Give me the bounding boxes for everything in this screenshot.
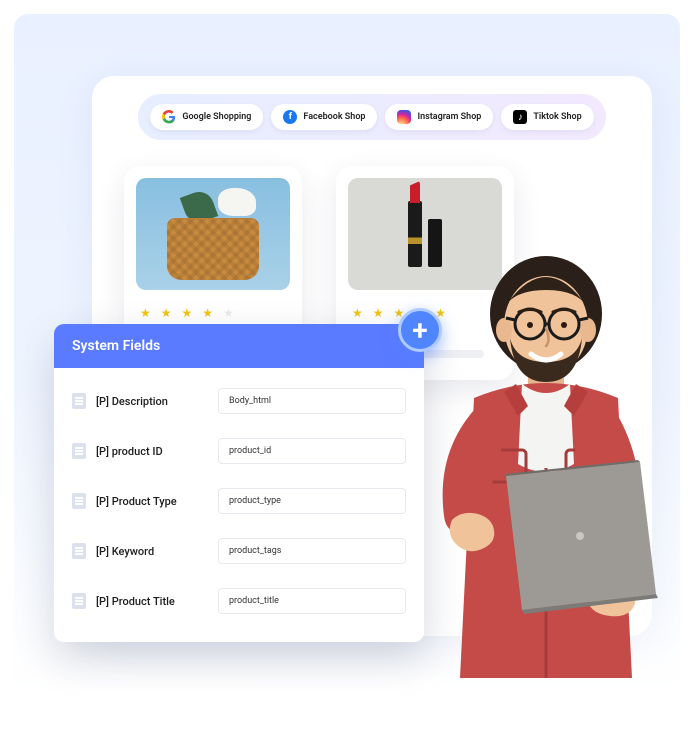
field-label: [P] product ID: [96, 445, 208, 458]
product-thumbnail-basket: [136, 178, 290, 290]
field-row: [P] Product Title: [70, 576, 408, 626]
field-label: [P] Keyword: [96, 545, 208, 558]
platform-label: Tiktok Shop: [533, 112, 581, 122]
field-row: [P] Keyword: [70, 526, 408, 576]
field-input-product-type[interactable]: [218, 488, 406, 514]
star-icon: ★: [182, 306, 193, 320]
star-icon: ★: [373, 306, 384, 320]
platforms-inner: Google Shopping f Facebook Shop Instagra…: [138, 94, 605, 140]
tiktok-icon: ♪: [513, 110, 527, 124]
field-input-product-title[interactable]: [218, 588, 406, 614]
document-icon: [72, 493, 86, 509]
star-icon: ★: [161, 306, 172, 320]
platform-chip-google[interactable]: Google Shopping: [150, 104, 263, 130]
product-thumbnail-lipstick: [348, 178, 502, 290]
field-label: [P] Description: [96, 395, 208, 408]
add-button[interactable]: +: [398, 308, 442, 352]
platform-chip-instagram[interactable]: Instagram Shop: [385, 104, 493, 130]
star-icon: ★: [202, 306, 213, 320]
field-input-keyword[interactable]: [218, 538, 406, 564]
field-label: [P] Product Type: [96, 495, 208, 508]
field-input-description[interactable]: [218, 388, 406, 414]
platform-label: Facebook Shop: [303, 112, 365, 122]
field-label: [P] Product Title: [96, 595, 208, 608]
system-fields-card: System Fields + [P] Description [P] prod…: [54, 324, 424, 642]
platform-label: Instagram Shop: [417, 112, 481, 122]
platforms-bar: Google Shopping f Facebook Shop Instagra…: [92, 94, 652, 140]
star-icon: ★: [140, 306, 151, 320]
field-row: [P] product ID: [70, 426, 408, 476]
google-icon: [162, 110, 176, 124]
document-icon: [72, 543, 86, 559]
system-fields-body: [P] Description [P] product ID [P] Produ…: [54, 368, 424, 642]
system-fields-title: System Fields: [72, 338, 160, 354]
system-fields-header: System Fields +: [54, 324, 424, 368]
document-icon: [72, 443, 86, 459]
platform-chip-tiktok[interactable]: ♪ Tiktok Shop: [501, 104, 593, 130]
field-row: [P] Product Type: [70, 476, 408, 526]
facebook-icon: f: [283, 110, 297, 124]
document-icon: [72, 593, 86, 609]
plus-icon: +: [412, 314, 427, 347]
instagram-icon: [397, 110, 411, 124]
platform-chip-facebook[interactable]: f Facebook Shop: [271, 104, 377, 130]
star-rating: ★ ★ ★ ★ ★: [136, 306, 290, 320]
stage-background: Google Shopping f Facebook Shop Instagra…: [14, 14, 680, 694]
star-icon: ★: [223, 306, 234, 320]
star-icon: ★: [352, 306, 363, 320]
platform-label: Google Shopping: [182, 112, 251, 122]
field-input-product-id[interactable]: [218, 438, 406, 464]
document-icon: [72, 393, 86, 409]
field-row: [P] Description: [70, 376, 408, 426]
